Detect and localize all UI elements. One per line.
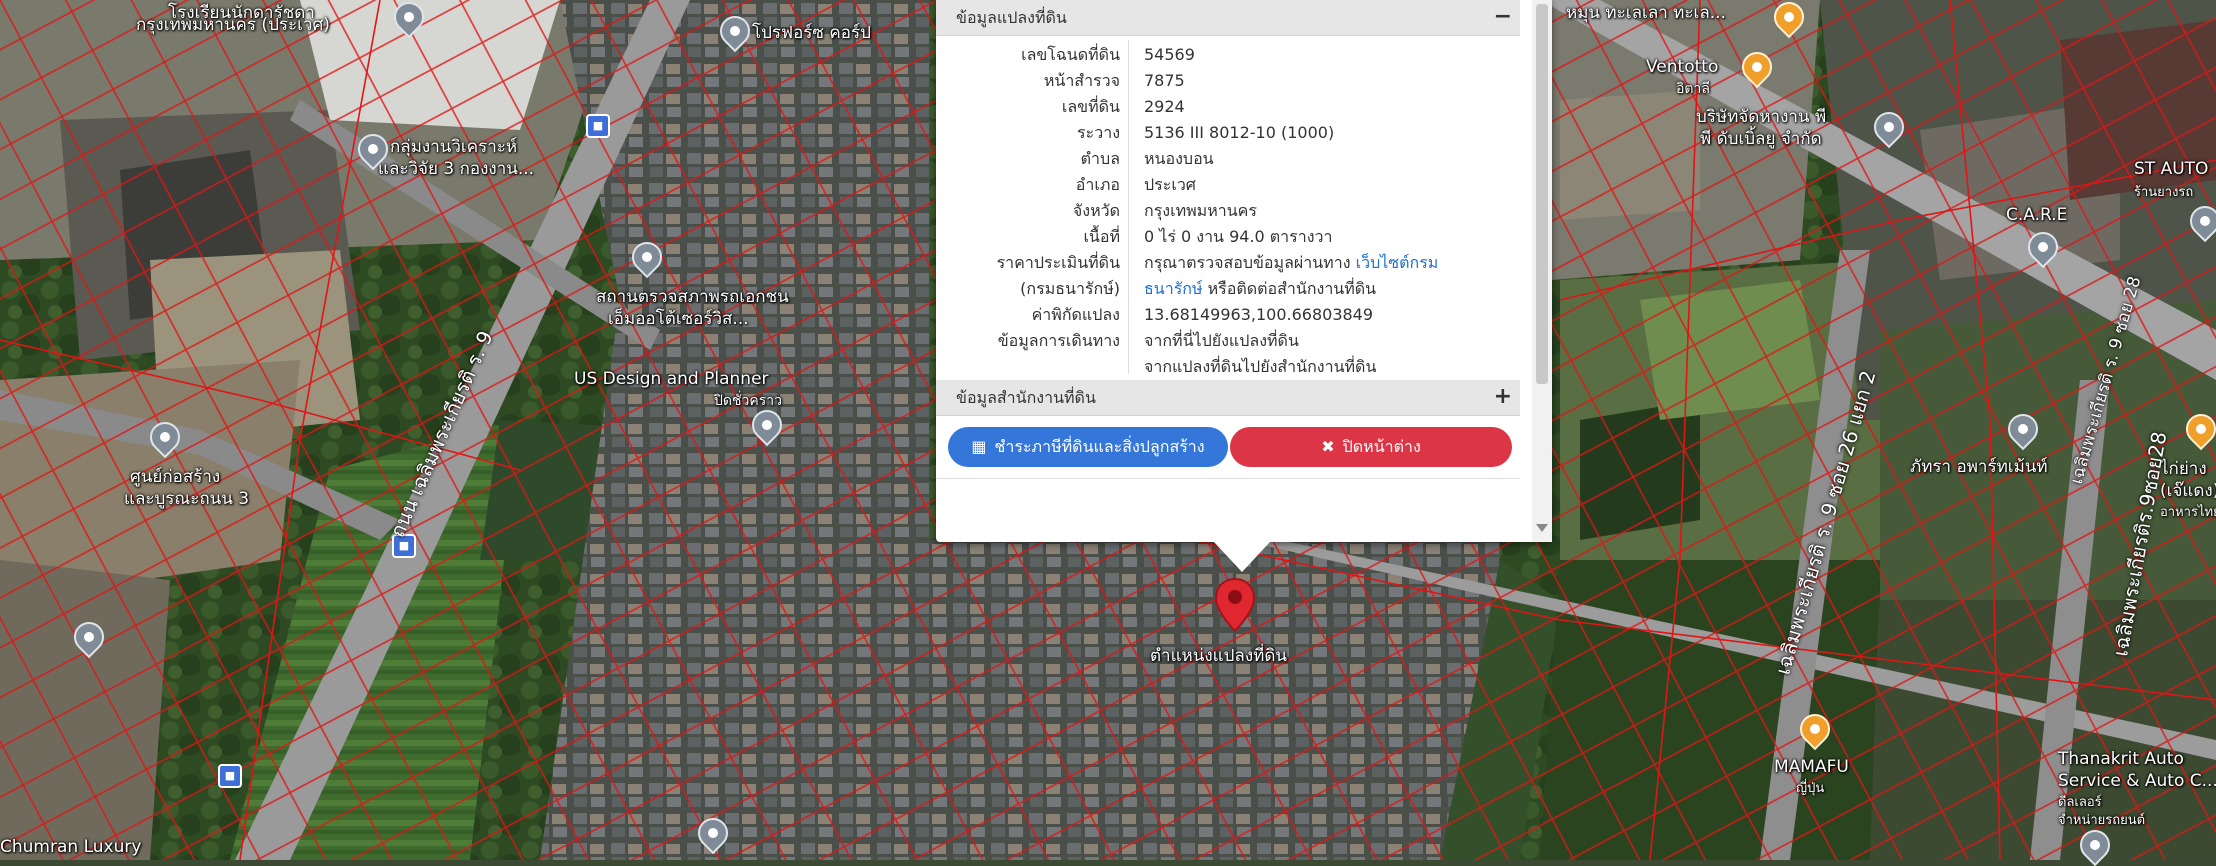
- appraisal-text: กรุณาตรวจสอบข้อมูลผ่านทาง: [1144, 253, 1356, 272]
- map-label-center-sub[interactable]: และบูรณะถนน 3: [124, 488, 249, 510]
- map-label-kai-sub[interactable]: (เจ๊แดง): [2160, 480, 2216, 502]
- map-label-mamafu[interactable]: MAMAFU: [1774, 756, 1849, 778]
- marker-label: ตำแหน่งแปลงที่ดิน: [1150, 646, 1288, 666]
- map-label-thanakrit-sub[interactable]: Service & Auto C...: [2058, 770, 2216, 792]
- bus-stop-icon[interactable]: ■: [218, 764, 242, 788]
- row-key: ข้อมูลการเดินทาง: [997, 331, 1120, 350]
- popup-pointer: [1214, 542, 1270, 572]
- section-title-parcel: ข้อมูลแปลงที่ดิน: [956, 8, 1067, 27]
- parcel-detail-row: เลขโฉนดที่ดิน 54569: [936, 42, 1520, 68]
- map-label-center[interactable]: ศูนย์ก่อสร้าง: [130, 466, 220, 488]
- parcel-detail-row: เนื้อที่ 0 ไร่ 0 งาน 94.0 ตารางวา: [936, 224, 1520, 250]
- section-title-office: ข้อมูลสำนักงานที่ดิน: [956, 388, 1096, 407]
- parcel-detail-row: อำเภอ ประเวศ: [936, 172, 1520, 198]
- parcel-detail-row: จังหวัด กรุงเทพมหานคร: [936, 198, 1520, 224]
- row-key: เลขโฉนดที่ดิน: [1021, 45, 1120, 64]
- row-key: เลขที่ดิน: [1061, 97, 1120, 116]
- location-pin-icon[interactable]: [1213, 577, 1257, 633]
- row-travel-2: จากแปลงที่ดินไปยังสำนักงานที่ดิน: [936, 354, 1520, 380]
- map-label-proforz[interactable]: โปรฟอร์ซ คอร์ป: [752, 22, 871, 44]
- map-label-inspection[interactable]: สถานตรวจสภาพรถเอกชน: [596, 286, 789, 308]
- section-header-office[interactable]: ข้อมูลสำนักงานที่ดิน +: [936, 380, 1520, 416]
- map-label-thanakrit-dealer-sub: จำหน่ายรถยนต์: [2058, 813, 2146, 828]
- map-label-mamafu-sub: ญี่ปุ่น: [1796, 781, 1825, 796]
- scroll-down-icon[interactable]: [1536, 524, 1548, 532]
- row-coordinates: ค่าพิกัดแปลง 13.68149963,100.66803849: [936, 302, 1520, 328]
- map-label-inspection-sub[interactable]: เอ็มออโต้เซอร์วิส...: [608, 308, 749, 330]
- section-header-parcel[interactable]: ข้อมูลแปลงที่ดิน −: [936, 0, 1520, 36]
- treasury-link-cont[interactable]: ธนารักษ์: [1144, 279, 1203, 298]
- row-value: 2924: [1144, 97, 1185, 116]
- close-icon: ✖: [1321, 437, 1335, 456]
- map-label-st-auto[interactable]: ST AUTO: [2134, 158, 2208, 180]
- directions-to-office-link[interactable]: จากแปลงที่ดินไปยังสำนักงานที่ดิน: [1144, 354, 1376, 380]
- row-key: ค่าพิกัดแปลง: [1031, 305, 1120, 324]
- bus-stop-icon[interactable]: ■: [586, 114, 610, 138]
- map-label-chumran[interactable]: Chumran Luxury: [0, 836, 141, 858]
- row-key: จังหวัด: [1072, 201, 1120, 220]
- parcel-detail-row: ตำบล หนองบอน: [936, 146, 1520, 172]
- map-label-group[interactable]: กลุ่มงานวิเคราะห์: [390, 136, 517, 158]
- row-value: ประเวศ: [1144, 175, 1196, 194]
- close-window-label: ปิดหน้าต่าง: [1342, 437, 1421, 456]
- row-key: (กรมธนารักษ์): [1020, 279, 1120, 298]
- parcel-info-popup: ข้อมูลแปลงที่ดิน − เลขโฉนดที่ดิน 54569 หน้…: [936, 0, 1552, 542]
- row-travel-1: ข้อมูลการเดินทาง จากที่นี่ไปยังแปลงที่ดิ…: [936, 328, 1520, 354]
- row-key: หน้าสำรวจ: [1043, 71, 1120, 90]
- parcel-detail-row: ระวาง 5136 III 8012-10 (1000): [936, 120, 1520, 146]
- popup-scrollbar[interactable]: [1532, 0, 1552, 542]
- map-label-closed: ปิดชั่วคราว: [714, 393, 782, 409]
- grid-icon: ▦: [971, 437, 987, 456]
- directions-to-parcel-link[interactable]: จากที่นี่ไปยังแปลงที่ดิน: [1144, 328, 1299, 354]
- row-value: 7875: [1144, 71, 1185, 90]
- row-value: 0 ไร่ 0 งาน 94.0 ตารางวา: [1144, 227, 1333, 246]
- row-value: หนองบอน: [1144, 149, 1214, 168]
- appraisal-text-cont: หรือติดต่อสำนักงานที่ดิน: [1202, 279, 1377, 298]
- map-label-school-district[interactable]: กรุงเทพมหานคร (ประเวศ): [136, 14, 330, 36]
- map-label-us-design[interactable]: US Design and Planner: [574, 368, 769, 390]
- row-appraisal-2: (กรมธนารักษ์) ธนารักษ์ หรือติดต่อสำนักงา…: [936, 276, 1520, 302]
- map-label-thanakrit[interactable]: Thanakrit Auto: [2058, 748, 2184, 770]
- row-value: กรุงเทพมหานคร: [1144, 201, 1257, 220]
- pay-land-tax-button[interactable]: ▦ ชำระภาษีที่ดินและสิ่งปลูกสร้าง: [948, 427, 1228, 467]
- map-label-company[interactable]: บริษัทจัดหางาน พี: [1696, 106, 1826, 128]
- map-label-ventotto-sub: อิตาลี: [1676, 81, 1710, 97]
- row-value: กรุณาตรวจสอบข้อมูลผ่านทาง เว็บไซต์กรม: [1144, 250, 1438, 276]
- map-label-kai-cuisine: อาหารไทย: [2160, 505, 2216, 520]
- row-key: เนื้อที่: [1083, 227, 1120, 246]
- popup-divider: [936, 478, 1520, 479]
- coordinates-link[interactable]: 13.68149963,100.66803849: [1144, 302, 1373, 328]
- row-key: ระวาง: [1077, 123, 1120, 142]
- map-label-care[interactable]: C.A.R.E: [2006, 204, 2067, 226]
- treasury-link[interactable]: เว็บไซต์กรม: [1356, 253, 1439, 272]
- row-key: ราคาประเมินที่ดิน: [996, 253, 1120, 272]
- row-key: อำเภอ: [1075, 175, 1120, 194]
- map-label-hmun[interactable]: หมุน ทะเลเลา ทะเล...: [1566, 2, 1726, 24]
- scrollbar-thumb[interactable]: [1536, 4, 1548, 384]
- row-value: 5136 III 8012-10 (1000): [1144, 123, 1335, 142]
- collapse-icon[interactable]: −: [1494, 0, 1512, 34]
- row-key: ตำบล: [1080, 149, 1120, 168]
- map-label-ventotto[interactable]: Ventotto: [1646, 56, 1718, 78]
- parcel-detail-row: เลขที่ดิน 2924: [936, 94, 1520, 120]
- map-label-company-sub[interactable]: พี ดับเบิ้ลยู จำกัด: [1700, 128, 1822, 150]
- row-appraisal-1: ราคาประเมินที่ดิน กรุณาตรวจสอบข้อมูลผ่าน…: [936, 250, 1520, 276]
- map-label-group-sub[interactable]: และวิจัย 3 กองงาน...: [378, 158, 534, 180]
- expand-icon[interactable]: +: [1494, 380, 1512, 414]
- pay-land-tax-label: ชำระภาษีที่ดินและสิ่งปลูกสร้าง: [994, 437, 1205, 456]
- row-value: ธนารักษ์ หรือติดต่อสำนักงานที่ดิน: [1144, 276, 1376, 302]
- parcel-detail-row: หน้าสำรวจ 7875: [936, 68, 1520, 94]
- close-window-button[interactable]: ✖ ปิดหน้าต่าง: [1230, 427, 1512, 467]
- map-label-st-auto-sub: ร้านยางรถ: [2134, 185, 2194, 200]
- row-value: 54569: [1144, 45, 1195, 64]
- map-label-pattra[interactable]: ภัทรา อพาร์ทเม้นท์: [1910, 456, 2048, 478]
